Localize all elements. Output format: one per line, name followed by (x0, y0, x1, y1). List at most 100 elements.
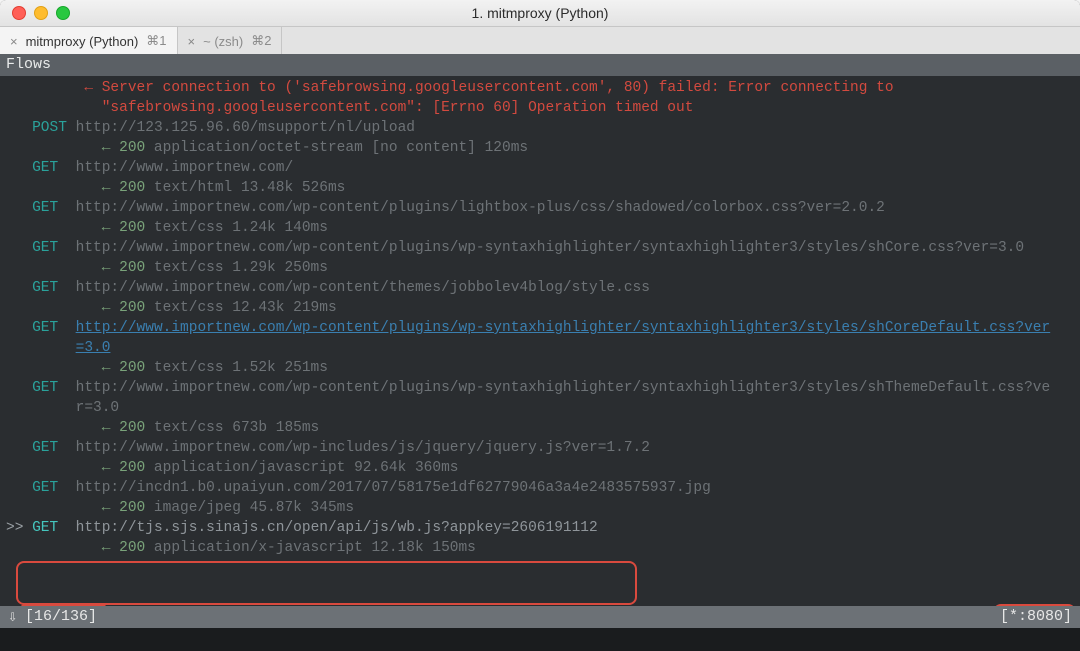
flow-row[interactable]: GET http://www.importnew.com/wp-content/… (0, 378, 1080, 398)
method: GET (32, 480, 58, 496)
status-code: 200 (119, 300, 145, 316)
flow-url: http://123.125.96.60/msupport/nl/upload (76, 120, 415, 136)
response-meta: image/jpeg 45.87k 345ms (145, 500, 354, 516)
flow-response: ← 200 text/html 13.48k 526ms (0, 178, 1080, 198)
flow-url: http://www.importnew.com/wp-content/them… (76, 280, 650, 296)
flow-url: http://incdn1.b0.upaiyun.com/2017/07/581… (76, 480, 711, 496)
flow-url: http://www.importnew.com/wp-content/plug… (76, 380, 1051, 396)
flow-response: ← 200 text/css 1.52k 251ms (0, 358, 1080, 378)
method: GET (32, 440, 58, 456)
method: GET (32, 280, 58, 296)
flow-response: ← 200 application/x-javascript 12.18k 15… (0, 538, 1080, 558)
arrow-left-icon: ← (102, 420, 119, 436)
flow-url: http://www.importnew.com/wp-includes/js/… (76, 440, 650, 456)
flow-url-cont: r=3.0 (76, 400, 120, 416)
flow-counter: [16/136] (25, 607, 97, 627)
tab-shortcut: ⌘2 (251, 33, 271, 49)
flows-header: Flows (0, 54, 1080, 76)
method: GET (32, 160, 58, 176)
flow-url-cont: =3.0 (76, 340, 111, 356)
method: GET (32, 380, 58, 396)
command-bar[interactable] (0, 628, 1080, 651)
arrow-left-icon: ← (102, 300, 119, 316)
error-line: ← Server connection to ('safebrowsing.go… (0, 78, 1080, 98)
arrow-left-icon: ← (102, 360, 119, 376)
arrow-left-icon: ← (102, 180, 119, 196)
terminal[interactable]: Flows ← Server connection to ('safebrows… (0, 54, 1080, 651)
titlebar: 1. mitmproxy (Python) (0, 0, 1080, 27)
flow-response: ← 200 text/css 1.24k 140ms (0, 218, 1080, 238)
status-code: 200 (119, 460, 145, 476)
flow-response: ← 200 application/javascript 92.64k 360m… (0, 458, 1080, 478)
status-code: 200 (119, 540, 145, 556)
arrow-left-icon: ← (102, 220, 119, 236)
flow-response: ← 200 image/jpeg 45.87k 345ms (0, 498, 1080, 518)
flow-response: ← 200 text/css 673b 185ms (0, 418, 1080, 438)
method: GET (32, 520, 58, 536)
arrow-left-icon: ← (102, 140, 119, 156)
listen-address: [*:8080] (1000, 607, 1072, 627)
close-tab-icon[interactable]: × (10, 34, 18, 49)
response-meta: text/css 1.29k 250ms (145, 260, 328, 276)
flow-row[interactable]: POST http://123.125.96.60/msupport/nl/up… (0, 118, 1080, 138)
tab-label: mitmproxy (Python) (26, 34, 139, 49)
cursor-icon: >> (6, 520, 32, 536)
status-code: 200 (119, 260, 145, 276)
method: POST (32, 120, 67, 136)
flow-url[interactable]: http://www.importnew.com/wp-content/plug… (76, 320, 1051, 336)
status-code: 200 (119, 180, 145, 196)
flow-url-cont: =3.0 (0, 338, 1080, 358)
response-meta: text/css 1.24k 140ms (145, 220, 328, 236)
flow-row[interactable]: GET http://incdn1.b0.upaiyun.com/2017/07… (0, 478, 1080, 498)
flow-row[interactable]: GET http://www.importnew.com/ (0, 158, 1080, 178)
response-meta: application/x-javascript 12.18k 150ms (145, 540, 476, 556)
flow-list[interactable]: ← Server connection to ('safebrowsing.go… (0, 76, 1080, 558)
arrow-left-icon: ← (102, 500, 119, 516)
close-icon[interactable] (12, 6, 26, 20)
download-icon: ⇩ (8, 608, 17, 628)
flow-url: http://www.importnew.com/wp-content/plug… (76, 200, 885, 216)
error-text: "safebrowsing.googleusercontent.com": [E… (102, 100, 694, 116)
flow-url: http://www.importnew.com/wp-content/plug… (76, 240, 1024, 256)
flow-url-cont: r=3.0 (0, 398, 1080, 418)
flow-response: ← 200 text/css 12.43k 219ms (0, 298, 1080, 318)
response-meta: application/octet-stream [no content] 12… (145, 140, 528, 156)
tab-shortcut: ⌘1 (146, 33, 166, 49)
response-meta: text/html 13.48k 526ms (145, 180, 345, 196)
flow-row[interactable]: GET http://www.importnew.com/wp-includes… (0, 438, 1080, 458)
response-meta: application/javascript 92.64k 360ms (145, 460, 458, 476)
tab-strip: × mitmproxy (Python) ⌘1 × ~ (zsh) ⌘2 (0, 27, 1080, 56)
app-window: 1. mitmproxy (Python) × mitmproxy (Pytho… (0, 0, 1080, 651)
annotation-highlight (16, 561, 637, 605)
traffic-lights (0, 6, 70, 20)
tab-zsh[interactable]: × ~ (zsh) ⌘2 (178, 27, 283, 55)
flow-response: ← 200 text/css 1.29k 250ms (0, 258, 1080, 278)
flow-response: ← 200 application/octet-stream [no conte… (0, 138, 1080, 158)
arrow-left-icon: ← (102, 540, 119, 556)
flow-row[interactable]: GET http://www.importnew.com/wp-content/… (0, 278, 1080, 298)
minimize-icon[interactable] (34, 6, 48, 20)
close-tab-icon[interactable]: × (188, 34, 196, 49)
arrow-left-icon: ← (84, 80, 93, 96)
flow-url: http://www.importnew.com/ (76, 160, 294, 176)
flow-row[interactable]: GET http://www.importnew.com/wp-content/… (0, 238, 1080, 258)
zoom-icon[interactable] (56, 6, 70, 20)
flow-row[interactable]: GET http://www.importnew.com/wp-content/… (0, 198, 1080, 218)
error-line: "safebrowsing.googleusercontent.com": [E… (0, 98, 1080, 118)
status-code: 200 (119, 420, 145, 436)
arrow-left-icon: ← (102, 460, 119, 476)
flow-row-selected[interactable]: >> GET http://tjs.sjs.sinajs.cn/open/api… (0, 518, 1080, 538)
response-meta: text/css 673b 185ms (145, 420, 319, 436)
response-meta: text/css 1.52k 251ms (145, 360, 328, 376)
flow-row[interactable]: GET http://www.importnew.com/wp-content/… (0, 318, 1080, 338)
tab-label: ~ (zsh) (203, 34, 243, 49)
window-title: 1. mitmproxy (Python) (0, 5, 1080, 21)
tab-mitmproxy[interactable]: × mitmproxy (Python) ⌘1 (0, 27, 178, 55)
status-code: 200 (119, 360, 145, 376)
method: GET (32, 240, 58, 256)
flow-url: http://tjs.sjs.sinajs.cn/open/api/js/wb.… (76, 520, 598, 536)
method: GET (32, 320, 58, 336)
method: GET (32, 200, 58, 216)
response-meta: text/css 12.43k 219ms (145, 300, 336, 316)
status-code: 200 (119, 140, 145, 156)
